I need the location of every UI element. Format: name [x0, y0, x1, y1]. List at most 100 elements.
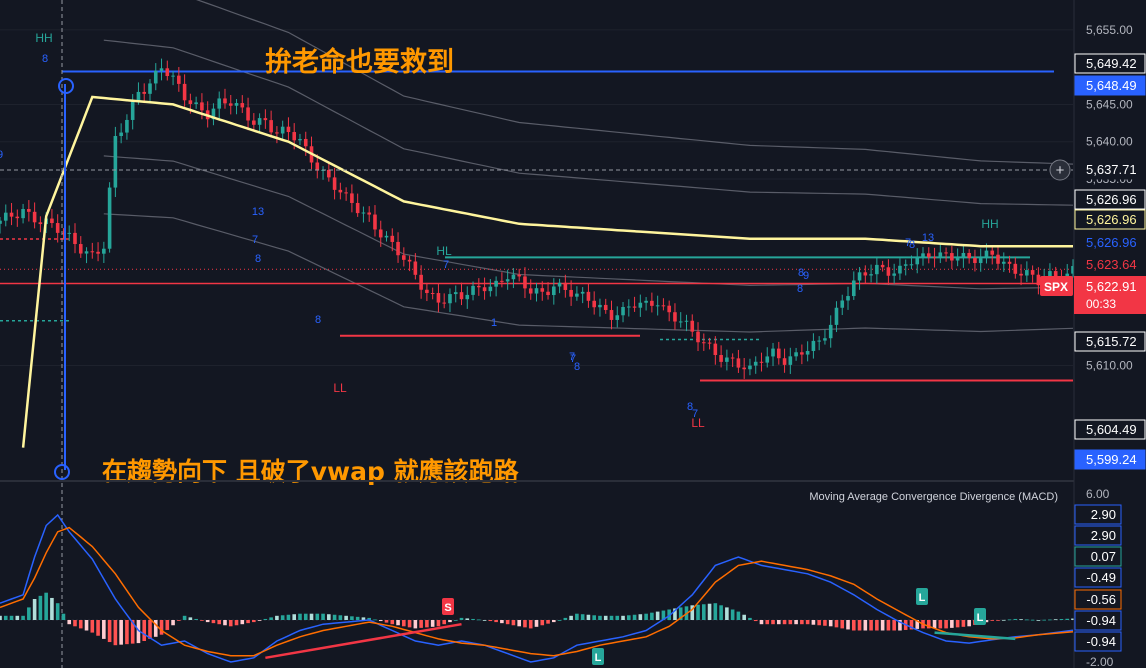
macd-histogram-bar	[205, 620, 210, 623]
candle-body	[678, 321, 683, 323]
axis-label-6: 5,623.64	[1086, 257, 1137, 272]
candle-body	[552, 286, 556, 296]
axis-label-0: 5,649.42	[1086, 56, 1137, 71]
candle-body	[926, 253, 931, 258]
axis-tick-0: 5,655.00	[1086, 23, 1133, 37]
macd-histogram-bar	[811, 620, 816, 625]
macd-axis[interactable]: 6.00 -2.00 2.90 2.90 0.07 -0.49 -0.56 -0.94 -0.9…	[1074, 487, 1122, 668]
candle-body	[586, 291, 591, 301]
macd-histogram-bar	[834, 620, 839, 628]
macd-histogram-bar	[413, 620, 418, 629]
candle-body	[0, 220, 2, 224]
macd-histogram-bar	[517, 620, 521, 627]
sequence-count-18: 9	[0, 149, 3, 161]
macd-histogram-bar	[800, 620, 804, 625]
axis-tick-2: 5,640.00	[1086, 135, 1133, 149]
candle-body	[1025, 270, 1029, 276]
candle-body	[967, 252, 971, 258]
candle-body	[938, 252, 943, 258]
trading-chart[interactable]: HHHHHLLLLL813787871878789813789 拚老命也要救到 …	[0, 0, 1146, 668]
symbol-ticker: SPX	[1044, 280, 1068, 294]
macd-histogram-bar	[477, 619, 481, 621]
sequence-count-17: 8	[797, 283, 803, 295]
macd-histogram-bar	[753, 620, 758, 622]
macd-histogram-bar	[55, 603, 60, 620]
macd-histogram-bar	[1013, 618, 1018, 620]
candle-body	[148, 83, 152, 94]
candle-body	[534, 288, 539, 294]
candle-body	[194, 102, 198, 104]
candle-body	[759, 361, 764, 363]
macd-histogram-bar	[361, 617, 366, 620]
candle-body	[932, 257, 937, 259]
macd-histogram-bar	[269, 617, 273, 620]
macd-histogram-bar	[644, 613, 648, 620]
macd-histogram-bar	[569, 615, 573, 620]
candle-body	[996, 254, 1000, 264]
macd-histogram-bar	[200, 620, 204, 621]
sequence-count-13: 9	[803, 270, 809, 282]
macd-histogram-bar	[557, 620, 562, 621]
candle-body	[655, 305, 660, 307]
macd-histogram-bar	[990, 620, 995, 621]
macd-histogram-bar	[955, 620, 960, 628]
macd-histogram-bar	[771, 620, 775, 625]
macd-histogram-bar	[776, 620, 781, 625]
macd-histogram-bar	[875, 620, 879, 631]
macd-histogram-bar	[315, 613, 320, 620]
axis-label-8: 5,604.49	[1086, 422, 1137, 437]
candle-body	[961, 252, 966, 259]
macd-histogram-bar	[21, 615, 25, 620]
annotation-top[interactable]: 拚老命也要救到	[265, 46, 454, 78]
candle-body	[788, 356, 793, 365]
macd-histogram-bar	[1048, 619, 1052, 621]
candle-body	[269, 120, 273, 133]
macd-histogram-bar	[390, 620, 395, 625]
macd-histogram-bar	[863, 620, 868, 631]
candle-body	[27, 209, 31, 212]
candle-body	[690, 320, 695, 332]
candle-body	[955, 258, 960, 261]
candle-body	[811, 340, 816, 351]
candle-body	[776, 348, 781, 359]
signal-badge-3: S	[444, 602, 451, 614]
macd-histogram-bar	[609, 615, 614, 620]
macd-histogram-bar	[1025, 619, 1029, 621]
candle-body	[465, 294, 470, 300]
candle-body	[419, 274, 423, 290]
macd-histogram-bar	[350, 616, 354, 620]
candle-body	[292, 132, 297, 141]
macd-histogram-bar	[125, 620, 129, 645]
candle-body	[373, 214, 377, 230]
marker-hh-right: HH	[981, 217, 998, 231]
macd-histogram-bar	[436, 620, 441, 627]
macd-histogram-bar	[805, 620, 810, 625]
candle-body	[598, 304, 602, 308]
candle-body	[1036, 274, 1041, 286]
candle-body	[725, 357, 729, 362]
macd-histogram-bar	[1036, 620, 1041, 621]
macd-histogram-bar	[511, 620, 516, 626]
sequence-count-15: 13	[922, 232, 934, 244]
candle-body	[782, 358, 787, 365]
macd-histogram-bar	[759, 620, 764, 625]
macd-histogram-bar	[523, 620, 527, 628]
candle-body	[615, 315, 620, 320]
candle-body	[771, 348, 775, 357]
candle-body	[880, 264, 885, 268]
macd-label-0: 2.90	[1091, 507, 1116, 522]
macd-histogram-bar	[27, 607, 31, 620]
macd-histogram-bar	[396, 620, 400, 626]
candle-body	[650, 300, 654, 306]
candle-body	[609, 310, 614, 320]
macd-histogram-bar	[188, 617, 193, 620]
macd-histogram-bar	[355, 616, 360, 620]
candle-body	[950, 253, 954, 261]
macd-histogram-bar	[148, 620, 152, 639]
candle-body	[78, 244, 83, 254]
macd-histogram-bar	[748, 617, 752, 620]
macd-histogram-bar	[840, 620, 845, 629]
candle-body	[817, 340, 821, 342]
candle-body	[886, 267, 891, 276]
candle-body	[528, 288, 533, 294]
